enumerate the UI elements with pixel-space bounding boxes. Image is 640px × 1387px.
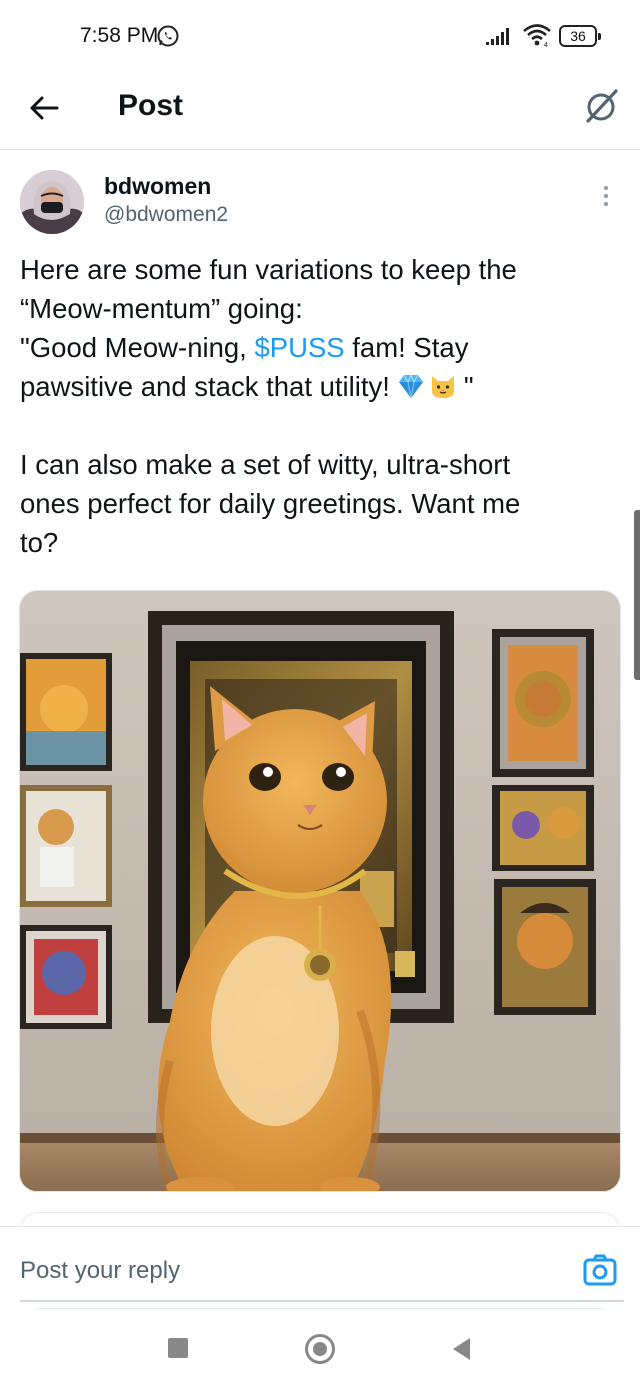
post-line-text: fam! Stay [344, 332, 469, 363]
reply-divider [36, 1308, 604, 1309]
whatsapp-icon [157, 25, 179, 47]
post-line: pawsitive and stack that utility! " [20, 367, 620, 406]
author-name[interactable]: bdwomen [104, 173, 211, 200]
post-line-text: "Good Meow-ning, [20, 332, 255, 363]
page-title: Post [118, 89, 184, 122]
post-line: "Good Meow-ning, $PUSS fam! Stay [20, 328, 620, 367]
post-line-text: pawsitive and stack that utility! [20, 371, 390, 402]
more-options-icon[interactable] [596, 182, 616, 212]
battery-icon: 36 [559, 25, 601, 47]
wifi-icon: 4 [523, 24, 551, 48]
post-line: to? [20, 527, 59, 558]
post-line: I can also make a set of witty, ultra-sh… [20, 449, 511, 480]
status-bar: 7:58 PM 4 36 [0, 0, 640, 70]
recent-apps-button[interactable] [168, 1338, 188, 1358]
avatar[interactable] [20, 170, 84, 234]
grok-button[interactable] [580, 84, 624, 128]
post-line: ones perfect for daily greetings. Want m… [20, 488, 521, 519]
avatar-image [20, 170, 84, 234]
arrow-left-icon [30, 96, 59, 120]
back-button[interactable] [22, 88, 66, 128]
reply-bar: Post your reply [0, 1226, 640, 1306]
camera-button[interactable] [582, 1253, 618, 1287]
signal-icon [486, 28, 509, 45]
reply-input[interactable]: Post your reply [20, 1257, 180, 1285]
grok-icon [586, 89, 618, 123]
status-time: 7:58 PM [80, 24, 159, 47]
post-line: Here are some fun variations to keep the [20, 254, 517, 285]
nav-back-button[interactable] [450, 1336, 472, 1362]
svg-text:4: 4 [544, 42, 548, 48]
author-handle[interactable]: @bdwomen2 [104, 203, 228, 227]
cat-face-emoji [431, 376, 454, 398]
scrollbar-thumb[interactable] [634, 510, 640, 680]
cat-gallery-image [20, 591, 620, 1191]
cashtag-link[interactable]: $PUSS [254, 332, 344, 363]
home-button[interactable] [305, 1334, 335, 1364]
post-image[interactable] [19, 590, 621, 1192]
top-app-bar: Post [0, 70, 640, 150]
post-text: Here are some fun variations to keep the… [20, 250, 620, 562]
post-line: “Meow-mentum” going: [20, 293, 303, 324]
gem-emoji [398, 373, 423, 399]
camera-icon [583, 1254, 617, 1286]
post-line-text: " [463, 371, 474, 402]
reply-divider [20, 1300, 624, 1302]
